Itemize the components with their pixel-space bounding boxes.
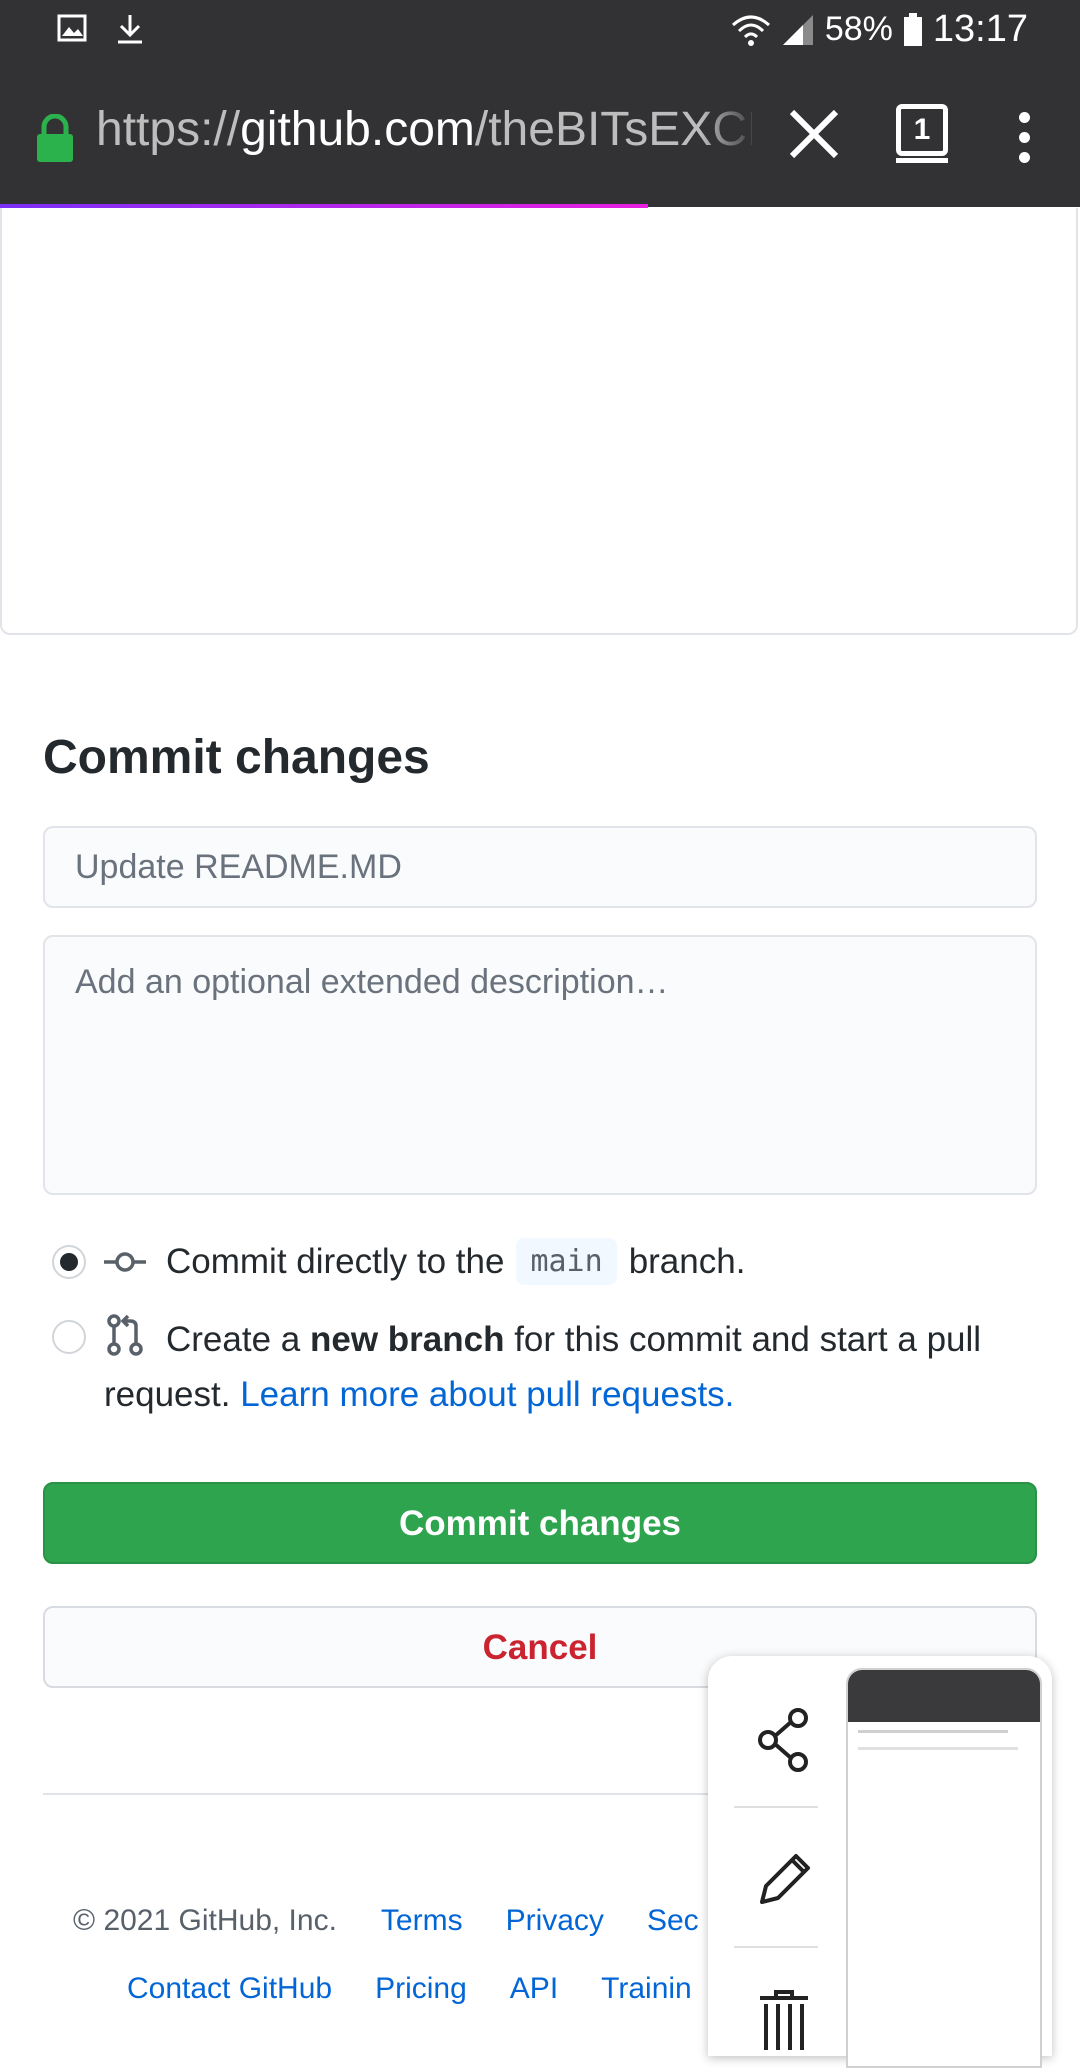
screenshot-share-panel: [708, 1656, 1052, 2068]
url-host: github.com: [240, 103, 475, 156]
footer-link-privacy[interactable]: Privacy: [506, 1904, 604, 1938]
option-new-branch-bold: new branch: [309, 1320, 505, 1359]
url-field[interactable]: https://github.com/theBITsEXCHANGE: [96, 102, 752, 157]
footer-row-2: Contact GitHub Pricing API Trainin: [127, 1972, 735, 2006]
signal-icon: [782, 14, 813, 45]
image-icon: [57, 14, 87, 42]
learn-more-pull-requests-link[interactable]: Learn more about pull requests.: [240, 1375, 734, 1414]
thumbnail-line: [858, 1730, 1008, 1733]
option-new-branch-prefix: Create a: [166, 1320, 301, 1359]
footer-link-security[interactable]: Sec: [647, 1904, 699, 1938]
footer-link-training[interactable]: Trainin: [601, 1972, 692, 2006]
url-scheme: https://: [96, 103, 241, 156]
commit-heading: Commit changes: [43, 731, 430, 784]
option-direct-text: Commit directly to the: [166, 1241, 505, 1281]
panel-separator: [734, 1806, 818, 1808]
wifi-icon: [731, 15, 770, 46]
footer-link-contact[interactable]: Contact GitHub: [127, 1972, 332, 2006]
tab-count: 1: [913, 113, 931, 146]
footer-row-1: © 2021 GitHub, Inc. Terms Privacy Sec: [73, 1904, 742, 1938]
commit-description-input[interactable]: [43, 935, 1037, 1195]
branch-name-badge: main: [516, 1238, 617, 1285]
commit-summary-input[interactable]: [43, 826, 1037, 908]
thumbnail-line: [858, 1747, 1018, 1750]
browser-toolbar: https://github.com/theBITsEXCHANGE 1: [0, 64, 1080, 207]
screenshot-thumbnail[interactable]: [846, 1668, 1042, 2068]
share-icon[interactable]: [748, 1704, 820, 1776]
file-editor[interactable]: [0, 208, 1078, 635]
radio-new-branch[interactable]: [52, 1320, 86, 1354]
radio-commit-direct[interactable]: [52, 1245, 86, 1279]
status-bar: 58% 13:17: [0, 0, 1080, 64]
overflow-menu-icon[interactable]: [1014, 112, 1034, 172]
lock-icon[interactable]: [34, 114, 76, 164]
delete-icon[interactable]: [748, 1982, 820, 2054]
url-fade: [700, 100, 760, 164]
option-direct-suffix: branch.: [628, 1241, 746, 1281]
clock: 13:17: [932, 8, 1028, 50]
download-icon: [118, 15, 142, 44]
option-new-branch[interactable]: Create a new branch for this commit and …: [104, 1312, 1024, 1422]
commit-changes-button[interactable]: Commit changes: [43, 1482, 1037, 1564]
commit-icon: [104, 1252, 146, 1272]
edit-icon[interactable]: [748, 1842, 820, 1914]
footer-link-pricing[interactable]: Pricing: [375, 1972, 467, 2006]
close-icon[interactable]: [784, 104, 844, 164]
option-commit-direct[interactable]: Commit directly to the main branch.: [166, 1238, 745, 1285]
thumbnail-toolbar: [848, 1670, 1040, 1722]
panel-separator: [734, 1946, 818, 1948]
tabs-icon[interactable]: 1: [896, 104, 948, 163]
battery-icon: [903, 12, 922, 46]
footer-link-api[interactable]: API: [510, 1972, 558, 2006]
footer-copyright: © 2021 GitHub, Inc.: [73, 1904, 337, 1937]
battery-percent: 58%: [824, 10, 893, 48]
footer-link-terms[interactable]: Terms: [381, 1904, 463, 1938]
